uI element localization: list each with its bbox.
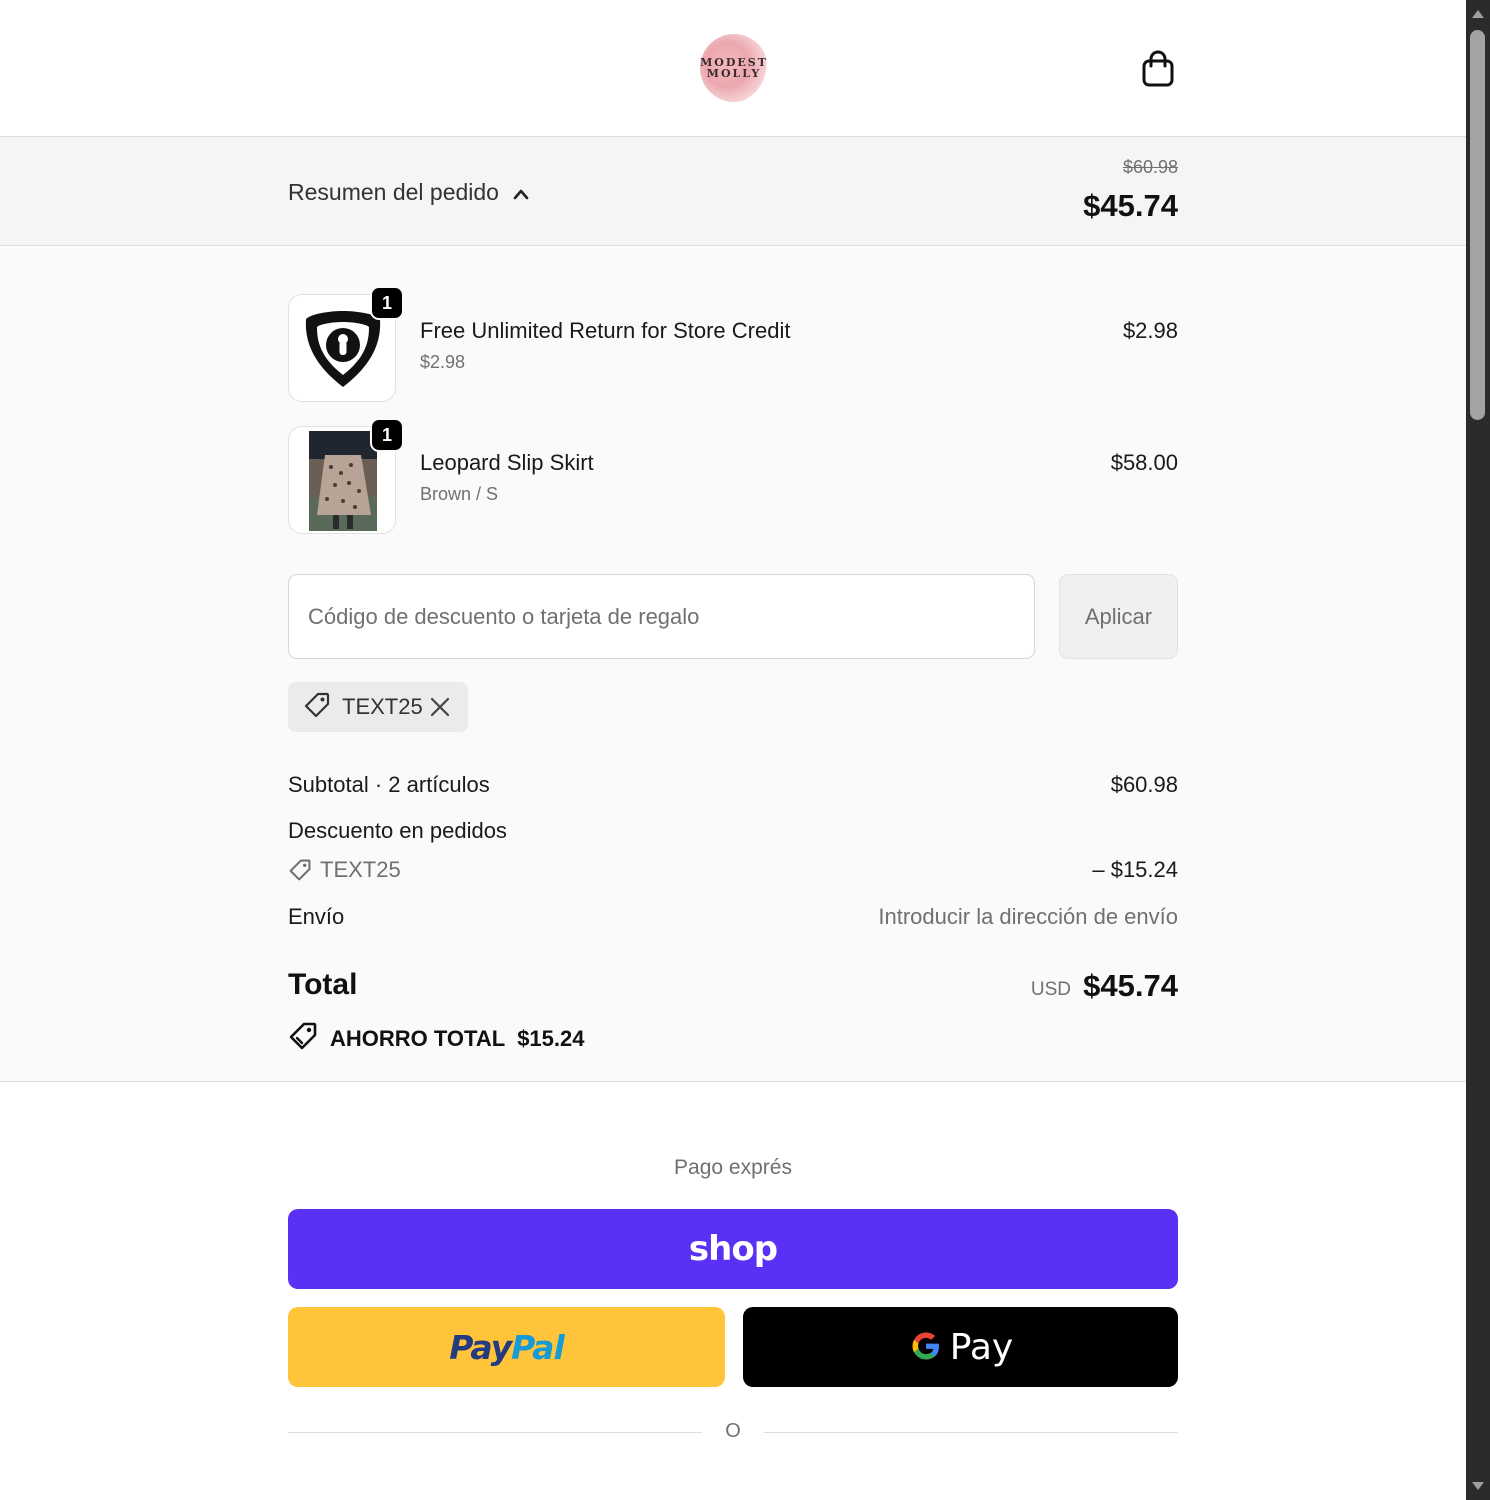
applied-discount-code: TEXT25 <box>342 694 423 719</box>
subtotal-value: $60.98 <box>1110 772 1178 797</box>
shop-pay-button[interactable]: shop <box>288 1209 1178 1289</box>
checkout-page: MODEST MOLLY Resumen del pedido $60.98 $… <box>0 0 1466 1500</box>
order-discount-label: Descuento en pedidos <box>288 818 507 843</box>
store-logo[interactable]: MODEST MOLLY <box>700 34 768 102</box>
apply-discount-button[interactable]: Aplicar <box>1059 574 1178 659</box>
header: MODEST MOLLY <box>0 0 1466 137</box>
google-pay-button[interactable]: Pay <box>743 1307 1178 1387</box>
order-summary-bar: Resumen del pedido $60.98 $45.74 <box>0 137 1466 246</box>
express-checkout-title: Pago exprés <box>674 1156 792 1179</box>
divider-line-right <box>764 1432 1178 1433</box>
shipping-label: Envío <box>288 904 345 929</box>
paypal-logo-part2: Pal <box>511 1327 565 1367</box>
savings-label: AHORRO TOTAL <box>330 1026 506 1051</box>
summary-total-price: $45.74 <box>1083 188 1178 223</box>
total-amount: $45.74 <box>1083 968 1178 1003</box>
remove-discount-icon[interactable] <box>428 695 452 719</box>
tag-icon <box>303 691 331 724</box>
item-price: $58.00 <box>1110 450 1178 475</box>
item-price: $2.98 <box>1122 318 1178 343</box>
scrollbar-thumb[interactable] <box>1470 30 1485 420</box>
page-scrollbar[interactable] <box>1466 0 1490 1500</box>
subtotal-row: Subtotal · 2 artículos $60.98 <box>288 772 1178 798</box>
line-item: 1 Free Unlimited Return for Store Credit… <box>288 286 1178 404</box>
order-summary-toggle[interactable]: Resumen del pedido <box>288 177 529 207</box>
shipping-value: Introducir la dirección de envío <box>878 904 1178 929</box>
shipping-row: Envío Introducir la dirección de envío <box>288 904 1178 930</box>
item-name: Free Unlimited Return for Store Credit <box>420 318 791 343</box>
item-subtitle: $2.98 <box>420 352 466 372</box>
subtotal-label: Subtotal · 2 artículos <box>288 772 490 797</box>
tag-icon <box>288 858 312 882</box>
item-subtitle: Brown / S <box>420 484 499 504</box>
paypal-logo-part1: Pay <box>449 1327 512 1367</box>
discount-value: – $15.24 <box>1092 857 1178 882</box>
order-discount-row: Descuento en pedidos <box>288 818 1178 844</box>
quantity-badge: 1 <box>370 418 404 452</box>
google-g-icon <box>908 1328 944 1367</box>
paypal-button[interactable]: PayPal <box>288 1307 725 1387</box>
item-name: Leopard Slip Skirt <box>420 450 594 475</box>
total-savings: AHORRO TOTAL $15.24 <box>288 1021 584 1057</box>
original-total-price: $60.98 <box>1122 157 1178 177</box>
order-summary-panel: 1 Free Unlimited Return for Store Credit… <box>0 246 1466 1082</box>
scroll-down-arrow-icon[interactable] <box>1472 1482 1484 1490</box>
discount-code-label: TEXT25 <box>320 857 401 882</box>
order-summary-toggle-label: Resumen del pedido <box>288 178 499 205</box>
quantity-badge: 1 <box>370 286 404 320</box>
google-pay-label: Pay <box>949 1326 1014 1368</box>
savings-tag-icon <box>288 1021 318 1057</box>
discount-code-row: TEXT25 – $15.24 <box>288 857 1178 888</box>
shopping-bag-icon[interactable] <box>1140 50 1176 88</box>
chevron-up-icon <box>513 179 529 206</box>
currency-code: USD <box>1030 979 1071 1000</box>
total-label: Total <box>288 968 358 1001</box>
or-divider: O <box>288 1418 1178 1448</box>
applied-discount-chip: TEXT25 <box>288 682 468 732</box>
discount-code-input[interactable] <box>288 574 1035 659</box>
scroll-up-arrow-icon[interactable] <box>1472 10 1484 18</box>
logo-text-line2: MOLLY <box>706 67 762 80</box>
line-item: 1 Leopard Slip Skirt Brown / S $58.00 <box>288 418 1178 536</box>
savings-amount: $15.24 <box>517 1026 585 1051</box>
